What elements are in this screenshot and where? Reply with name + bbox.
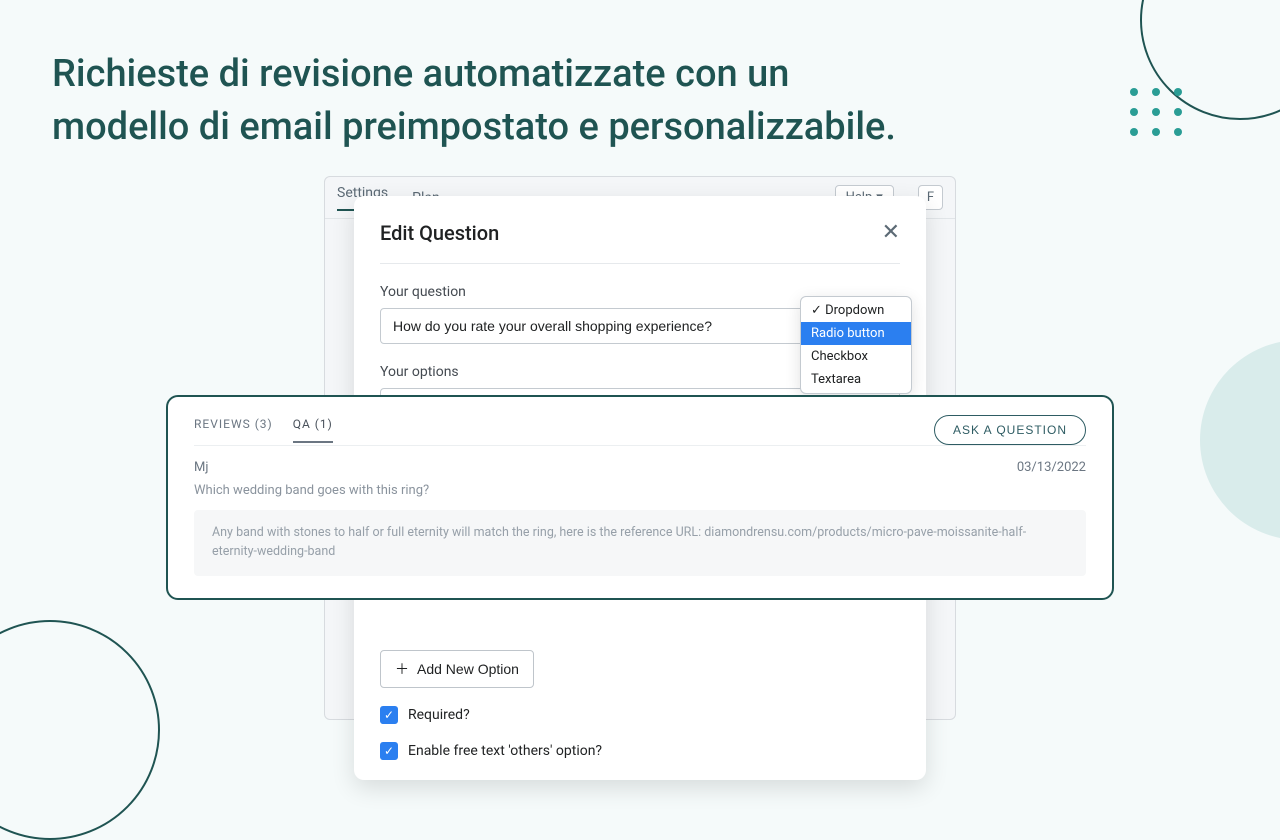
freetext-row: ✓ Enable free text 'others' option? <box>380 742 900 760</box>
qa-question-text: Which wedding band goes with this ring? <box>194 483 1086 498</box>
required-checkbox[interactable]: ✓ <box>380 706 398 724</box>
required-label: Required? <box>408 707 470 723</box>
decorative-circle-right <box>1200 340 1280 540</box>
type-option-textarea[interactable]: Textarea <box>801 368 911 391</box>
close-icon[interactable]: ✕ <box>882 220 900 245</box>
type-option-radio[interactable]: Radio button <box>801 322 911 345</box>
qa-date: 03/13/2022 <box>1017 460 1086 475</box>
type-select-popover: Dropdown Radio button Checkbox Textarea <box>800 296 912 394</box>
marketing-headline: Richieste di revisione automatizzate con… <box>52 48 932 154</box>
required-row: ✓ Required? <box>380 706 900 724</box>
qa-meta: Mj 03/13/2022 <box>194 460 1086 475</box>
type-option-dropdown[interactable]: Dropdown <box>801 299 911 322</box>
freetext-checkbox[interactable]: ✓ <box>380 742 398 760</box>
qa-top: REVIEWS (3) QA (1) ASK A QUESTION <box>194 415 1086 445</box>
qa-author: Mj <box>194 460 208 475</box>
modal-header: Edit Question ✕ <box>380 220 900 264</box>
tab-reviews[interactable]: REVIEWS (3) <box>194 417 273 443</box>
type-option-checkbox[interactable]: Checkbox <box>801 345 911 368</box>
plus-icon: ＋ <box>395 659 409 679</box>
add-option-label: Add New Option <box>417 661 519 677</box>
qa-separator <box>194 445 1086 446</box>
add-option-button[interactable]: ＋ Add New Option <box>380 650 534 688</box>
qa-tabs: REVIEWS (3) QA (1) <box>194 417 333 443</box>
qa-panel: REVIEWS (3) QA (1) ASK A QUESTION Mj 03/… <box>166 395 1114 600</box>
decorative-circle-bottom-left <box>0 620 160 840</box>
modal-title: Edit Question <box>380 221 499 245</box>
ask-question-button[interactable]: ASK A QUESTION <box>934 415 1086 445</box>
tab-qa[interactable]: QA (1) <box>293 417 333 443</box>
freetext-label: Enable free text 'others' option? <box>408 743 602 759</box>
decorative-dots <box>1130 88 1184 136</box>
qa-answer-text: Any band with stones to half or full ete… <box>194 510 1086 576</box>
